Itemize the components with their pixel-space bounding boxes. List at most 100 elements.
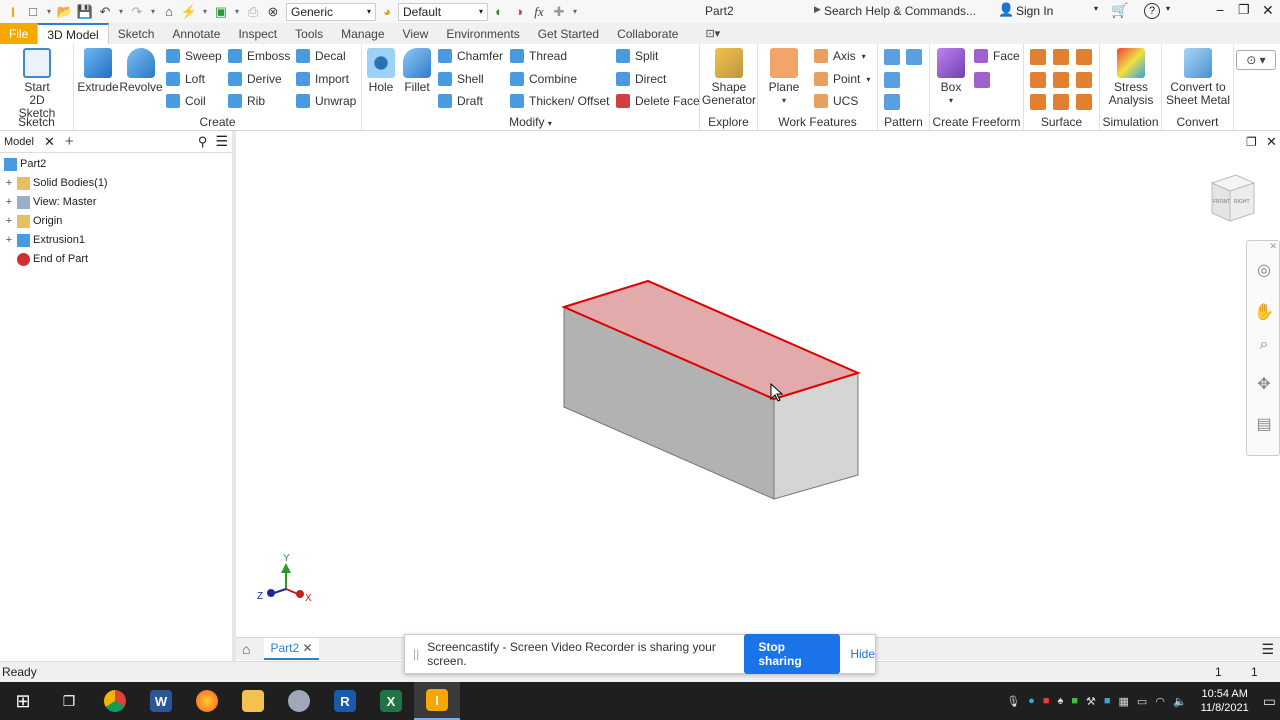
help-icon[interactable]: ? [1144, 3, 1160, 19]
expand-icon[interactable]: + [4, 234, 14, 246]
box-button[interactable]: Box ▾ [934, 48, 968, 107]
tab-collaborate[interactable]: Collaborate [608, 23, 687, 44]
close-icon[interactable]: ✕ [1262, 2, 1274, 19]
notifications-icon[interactable]: ▭ [1263, 693, 1276, 710]
tab-file[interactable]: File [0, 23, 38, 44]
ucs-button[interactable]: UCS [814, 92, 858, 110]
tree-item-view-master[interactable]: + View: Master [4, 193, 96, 211]
select-icon[interactable]: ▣ [212, 4, 230, 20]
undo-dropdown-icon[interactable]: ▾ [116, 4, 126, 20]
appearance-combo[interactable]: Default ▾ [398, 2, 488, 21]
unwrap-button[interactable]: Unwrap [296, 92, 356, 110]
pan-icon[interactable]: ✋ [1254, 303, 1274, 323]
inventor-logo[interactable]: I [4, 4, 22, 20]
home-icon[interactable]: ⌂ [242, 641, 250, 657]
customize-dropdown-icon[interactable]: ▾ [570, 4, 580, 20]
import-button[interactable]: Import [296, 70, 349, 88]
cancel-icon[interactable]: ⊗ [264, 4, 282, 20]
microphone-icon[interactable]: 🎙 [1006, 695, 1020, 708]
tree-item-origin[interactable]: + Origin [4, 212, 62, 230]
doc-tab-part2[interactable]: Part2 ✕ [264, 638, 319, 660]
home-icon[interactable]: ⌂ [160, 4, 178, 20]
tab-tools[interactable]: Tools [286, 23, 332, 44]
start-2d-sketch-button[interactable]: Start 2D Sketch [10, 48, 64, 120]
add-icon[interactable]: ✚ [550, 4, 568, 20]
derive-button[interactable]: Derive [228, 70, 282, 88]
add-icon[interactable]: + [65, 133, 74, 150]
modify-panel-title[interactable]: Modify ▾ [362, 115, 699, 129]
clock[interactable]: 10:54 AM 11/8/2021 [1201, 687, 1249, 715]
task-view-button[interactable]: ❐ [46, 682, 92, 720]
zoom-icon[interactable]: ⌕ [1254, 335, 1274, 355]
surface-patch-icon[interactable] [1053, 49, 1069, 65]
excel-taskbar-icon[interactable]: X [368, 682, 414, 720]
fx-icon[interactable]: fx [530, 4, 548, 20]
stop-sharing-button[interactable]: Stop sharing [744, 634, 841, 674]
rib-button[interactable]: Rib [228, 92, 265, 110]
tray-app-icon[interactable]: ● [1028, 695, 1035, 707]
direct-button[interactable]: Direct [616, 70, 666, 88]
close-icon[interactable]: ✕ [303, 641, 313, 655]
redo-icon[interactable]: ↷ [128, 4, 146, 20]
expand-icon[interactable]: + [4, 215, 14, 227]
tray-app-icon[interactable]: ♠ [1057, 695, 1063, 707]
coil-button[interactable]: Coil [166, 92, 206, 110]
update-dropdown-icon[interactable]: ▾ [200, 4, 210, 20]
wifi-icon[interactable]: ◠ [1155, 695, 1165, 708]
circular-pattern-icon[interactable] [884, 72, 900, 88]
volume-icon[interactable]: 🔈 [1173, 695, 1187, 708]
orbit-icon[interactable]: ✥ [1254, 375, 1274, 395]
menu-icon[interactable]: ☰ [1261, 641, 1274, 658]
stress-analysis-button[interactable]: Stress Analysis [1104, 48, 1158, 107]
thicken-offset-button[interactable]: Thicken/ Offset [510, 92, 609, 110]
redo-dropdown-icon[interactable]: ▾ [148, 4, 158, 20]
clear-appearance-icon[interactable]: ◑ [510, 4, 528, 20]
inventor-taskbar-icon[interactable]: I [414, 682, 460, 720]
mirror-icon[interactable] [906, 49, 922, 65]
sketch-pattern-icon[interactable] [884, 94, 900, 110]
new-icon[interactable]: □ [24, 4, 42, 20]
file-explorer-taskbar-icon[interactable] [230, 682, 276, 720]
tray-app-icon[interactable]: ■ [1071, 695, 1078, 707]
thread-button[interactable]: Thread [510, 47, 567, 65]
menu-icon[interactable]: ☰ [215, 133, 228, 150]
split-button[interactable]: Split [616, 47, 658, 65]
close-icon[interactable]: ✕ [1269, 241, 1277, 252]
print-icon[interactable]: ⎙ [244, 4, 262, 20]
surface-stitch-icon[interactable] [1030, 72, 1046, 88]
revit-taskbar-icon[interactable]: R [322, 682, 368, 720]
revolve-button[interactable]: Revolve [119, 48, 163, 94]
tab-sketch[interactable]: Sketch [109, 23, 164, 44]
new-dropdown-icon[interactable]: ▾ [44, 4, 54, 20]
shape-generator-button[interactable]: Shape Generator [702, 48, 756, 107]
surface-thicken-icon[interactable] [1030, 49, 1046, 65]
search-icon[interactable]: ⚲ [198, 134, 208, 150]
surface-ruled-icon[interactable] [1053, 94, 1069, 110]
surface-sculpt-icon[interactable] [1030, 94, 1046, 110]
ribbon-options-icon[interactable]: ⊡▾ [705, 27, 720, 40]
fillet-button[interactable]: Fillet [400, 48, 434, 94]
delete-face-button[interactable]: Delete Face [616, 92, 700, 110]
tree-item-extrusion1[interactable]: + Extrusion1 [4, 231, 85, 249]
tree-item-part[interactable]: Part2 [4, 155, 46, 173]
tab-annotate[interactable]: Annotate [163, 23, 229, 44]
model-tab[interactable]: Model [4, 136, 34, 148]
app-taskbar-icon[interactable] [276, 682, 322, 720]
chamfer-button[interactable]: Chamfer [438, 47, 503, 65]
search-input[interactable]: Search Help & Commands... [824, 2, 994, 20]
plane-button[interactable]: Plane ▾ [766, 48, 802, 107]
draft-button[interactable]: Draft [438, 92, 483, 110]
shell-button[interactable]: Shell [438, 70, 484, 88]
expand-icon[interactable]: + [4, 177, 14, 189]
tab-get-started[interactable]: Get Started [529, 23, 608, 44]
graphics-window[interactable]: ❐ ✕ Y X Z FRONT RIGHT [240, 131, 1280, 661]
close-icon[interactable]: ✕ [44, 134, 55, 150]
face-button[interactable]: Face [974, 47, 1020, 65]
loft-button[interactable]: Loft [166, 70, 205, 88]
tree-item-end-of-part[interactable]: End of Part [17, 250, 88, 268]
tree-item-solid-bodies[interactable]: + Solid Bodies(1) [4, 174, 108, 192]
tab-3d-model[interactable]: 3D Model [37, 23, 109, 44]
open-icon[interactable]: 📂 [56, 4, 74, 20]
firefox-taskbar-icon[interactable] [184, 682, 230, 720]
decal-button[interactable]: Decal [296, 47, 346, 65]
